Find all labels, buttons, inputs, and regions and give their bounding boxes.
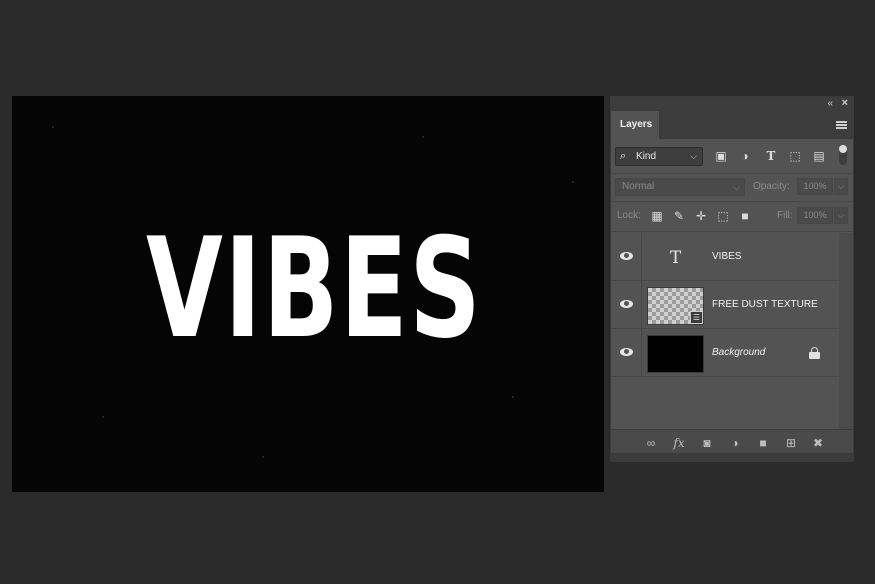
layer-filter-row: ⌕ Kind ⌵ ▣ ◑ T ⬚ ▤ [615,145,853,169]
chevron-down-icon: ⌵ [733,182,740,192]
lock-transparent-pixels-icon[interactable]: ▦ [649,208,665,224]
divider [611,201,853,202]
layers-panel: « × Layers ⌕ Kind ⌵ ▣ ◑ T ⬚ ▤ Normal ⌵ O… [610,96,854,462]
divider [641,329,642,377]
layers-bottom-toolbar: ∞ fx ◙ ◑ ■ ⊞ ✖ [611,429,853,455]
divider [641,233,642,281]
layers-list: T VIBES ☰ FREE DUST TEXTURE Background [611,233,839,377]
lock-icon [809,347,820,359]
layer-row-background[interactable]: Background [611,329,839,377]
blend-mode-value: Normal [622,181,655,192]
close-panel-icon[interactable]: × [842,97,848,110]
layer-row-free-dust-texture[interactable]: ☰ FREE DUST TEXTURE [611,281,839,329]
layer-mask-icon[interactable]: ◙ [698,434,716,452]
opacity-field[interactable]: 100% [797,178,833,195]
lock-image-pixels-icon[interactable]: ✎ [671,208,687,224]
panel-tabbar: Layers [611,111,853,139]
blend-mode-select[interactable]: Normal ⌵ [615,178,745,196]
type-layer-thumbnail: T [669,248,682,268]
image-filter-icon[interactable]: ▣ [713,148,729,164]
layer-row-vibes[interactable]: T VIBES [611,233,839,281]
adjustment-filter-icon[interactable]: ◑ [737,148,753,164]
collapse-panel-icon[interactable]: « [827,98,833,110]
panel-footer [611,453,853,461]
layer-name[interactable]: Background [712,347,765,358]
transparent-layer-thumbnail: ☰ [647,287,704,325]
dust-speck [262,456,264,458]
lock-all-icon[interactable]: ■ [737,208,753,224]
lock-label: Lock: [617,210,641,221]
divider [611,173,853,174]
layer-name[interactable]: FREE DUST TEXTURE [712,299,818,310]
fill-dropdown-icon[interactable]: ⌵ [834,207,848,224]
new-layer-icon[interactable]: ⊞ [782,434,800,452]
background-layer-thumbnail [647,335,704,373]
lock-artboard-icon[interactable]: ⬚ [715,208,731,224]
dust-speck [422,136,424,138]
filter-kind-label: Kind [636,151,657,162]
opacity-label: Opacity: [753,181,790,192]
group-folder-icon[interactable]: ■ [754,434,772,452]
visibility-eye-icon[interactable] [619,249,635,265]
fill-label: Fill: [777,210,793,221]
visibility-eye-icon[interactable] [619,297,635,313]
layer-name[interactable]: VIBES [712,251,741,262]
tab-layers[interactable]: Layers [611,111,659,139]
divider [641,281,642,329]
panel-header: « × [611,97,853,111]
type-filter-icon[interactable]: T [763,148,779,164]
canvas-text-vibes[interactable]: VIBES [146,204,481,374]
opacity-dropdown-icon[interactable]: ⌵ [834,178,848,195]
filter-kind-select[interactable]: ⌕ Kind ⌵ [615,147,703,166]
panel-menu-icon[interactable] [836,121,847,129]
filter-toggle[interactable] [839,145,847,165]
fx-icon[interactable]: fx [670,434,688,452]
document-canvas[interactable]: VIBES [12,96,604,492]
shape-filter-icon[interactable]: ⬚ [787,148,803,164]
link-layers-icon[interactable]: ∞ [642,434,660,452]
smart-object-filter-icon[interactable]: ▤ [811,148,827,164]
dust-speck [512,396,514,398]
blend-row: Normal ⌵ Opacity: 100% ⌵ [615,177,849,197]
lock-row: Lock: ▦ ✎ ✛ ⬚ ■ Fill: 100% ⌵ [615,205,849,227]
fill-field[interactable]: 100% [797,207,833,224]
visibility-eye-icon[interactable] [619,345,635,361]
dust-speck [572,181,574,183]
layers-scrollbar[interactable] [839,233,853,429]
search-icon: ⌕ [620,150,627,162]
adjustment-layer-icon[interactable]: ◑ [726,434,744,452]
lock-position-icon[interactable]: ✛ [693,208,709,224]
chevron-down-icon: ⌵ [690,151,697,161]
smart-object-icon: ☰ [690,311,703,324]
dust-speck [52,126,54,128]
divider [611,231,853,232]
dust-speck [102,416,104,418]
trash-icon[interactable]: ✖ [809,434,827,452]
